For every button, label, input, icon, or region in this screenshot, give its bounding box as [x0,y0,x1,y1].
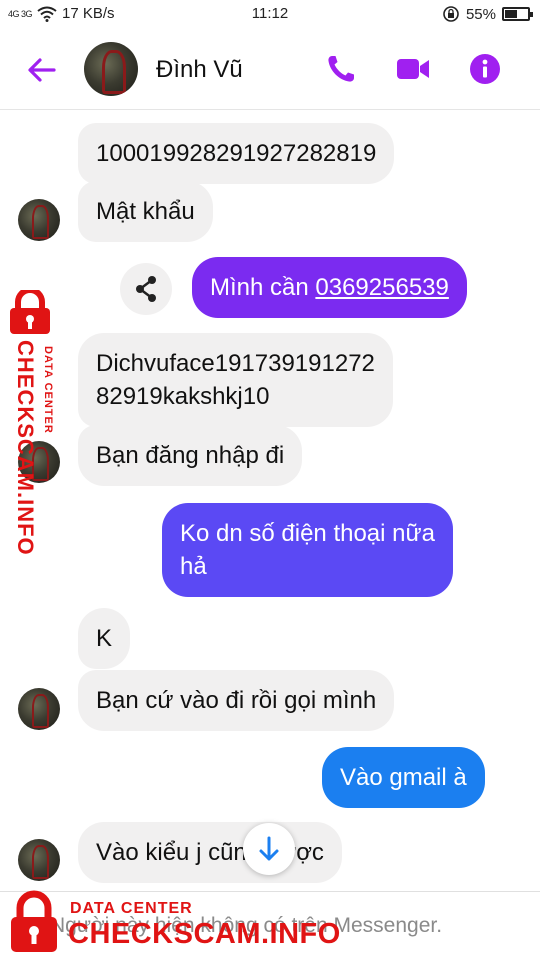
share-button[interactable] [120,263,172,315]
status-right: 55% [442,5,533,23]
video-call-icon[interactable] [396,52,430,86]
message-bubble-incoming[interactable]: K [78,608,131,669]
arrow-down-icon [259,836,279,861]
sender-avatar[interactable] [18,688,60,730]
status-bar: 4G 3G 17 KB/s 11:12 55% [0,0,540,30]
message-text-line: Dichvuface191739191272 [96,350,375,377]
watermark-tagline: DATA CENTER [70,900,193,917]
watermark-side: CHECKSCAM.INFO DATA CENTER [2,290,72,556]
message-bubble-incoming[interactable]: Bạn cứ vào đi rồi gọi mình [78,670,395,731]
message-text: Vào gmail à [340,764,467,791]
message-text: Mật khẩu [96,198,195,225]
watermark-tagline: DATA CENTER [42,346,54,434]
phone-number-link[interactable]: 0369256539 [315,274,448,301]
message-text-line: hả [180,553,207,580]
share-icon [136,276,156,302]
message-bubble-outgoing[interactable]: Mình cần 0369256539 [192,257,467,318]
message-text-prefix: Mình cần [210,274,316,301]
message-list[interactable]: 100019928291927282819 Mật khẩu Mình cần … [0,111,540,891]
watermark-brand: CHECKSCAM.INFO [13,340,38,556]
contact-name[interactable]: Đình Vũ [156,56,243,84]
message-text-line: Ko dn số điện thoại nữa [180,520,435,547]
rotation-lock-icon [443,6,459,22]
message-text: Bạn cứ vào đi rồi gọi mình [96,687,377,714]
watermark-brand: CHECKSCAM.INFO [68,918,341,950]
message-text: K [96,625,113,652]
message-bubble-outgoing[interactable]: Vào gmail à [322,747,485,808]
message-bubble-incoming[interactable]: 100019928291927282819 [78,123,395,184]
sender-avatar[interactable] [18,199,60,241]
sender-avatar[interactable] [18,839,60,881]
message-text: 100019928291927282819 [96,140,377,167]
message-bubble-outgoing[interactable]: Ko dn số điện thoại nữa hả [162,503,453,597]
message-text: Bạn đăng nhập đi [96,442,285,469]
phone-call-icon[interactable] [324,52,358,86]
back-arrow-icon[interactable] [24,52,60,88]
padlock-icon [11,890,57,952]
watermark-bottom: DATA CENTER CHECKSCAM.INFO [4,888,340,958]
message-bubble-incoming[interactable]: Dichvuface191739191272 82919kakshkj10 [78,333,393,427]
scroll-to-bottom-button[interactable] [243,823,295,875]
battery-percent: 55% [465,5,496,23]
padlock-icon [10,290,50,334]
battery-fill [505,10,518,18]
info-icon[interactable] [468,52,502,86]
message-bubble-incoming[interactable]: Mật khẩu [78,181,213,242]
conversation-header: Đình Vũ [0,30,540,110]
message-text-line: 82919kakshkj10 [96,383,270,410]
message-bubble-incoming[interactable]: Vào kiểu j cũng được [78,822,342,883]
contact-avatar[interactable] [84,42,138,96]
battery-icon [502,7,533,21]
message-bubble-incoming[interactable]: Bạn đăng nhập đi [78,425,303,486]
